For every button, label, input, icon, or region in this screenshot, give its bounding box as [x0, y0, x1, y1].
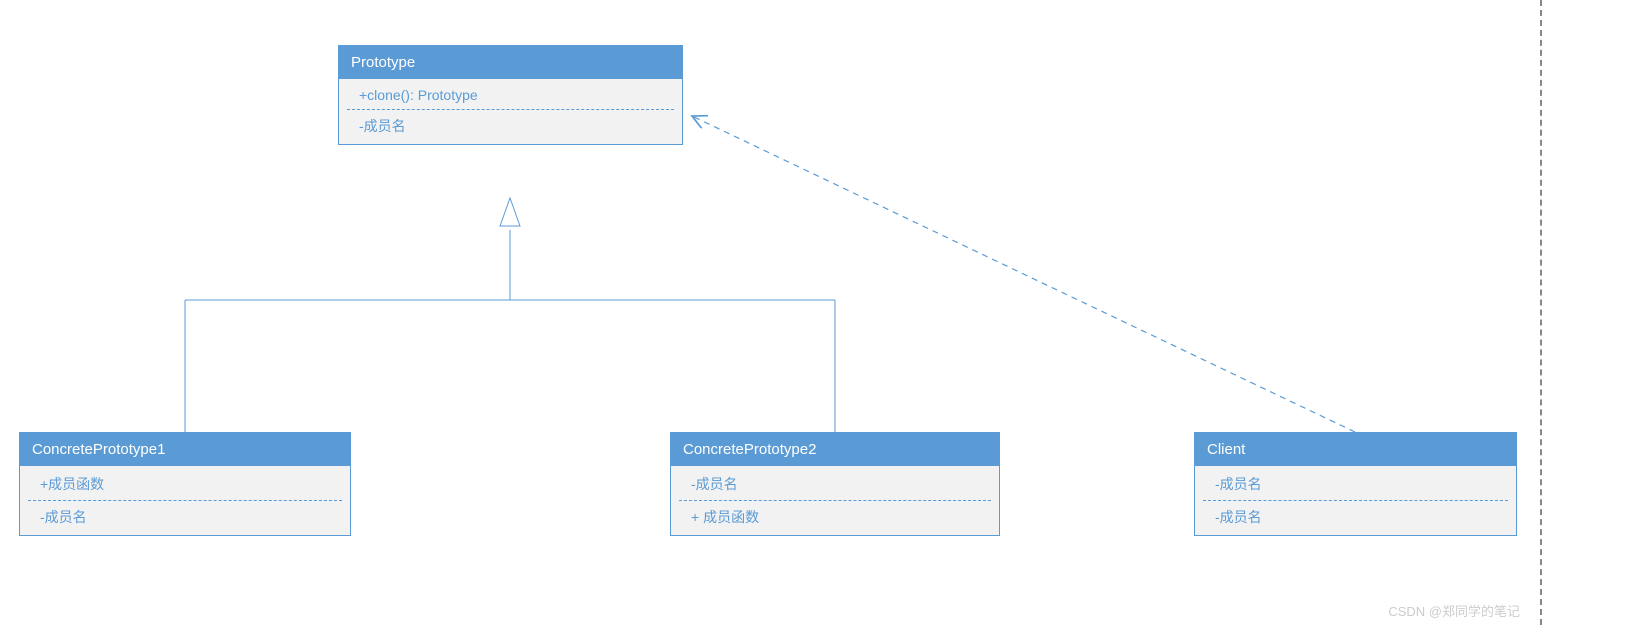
- class-member: + 成员函数: [679, 501, 991, 533]
- generalization-arrow-icon: [500, 198, 520, 226]
- class-header-concrete2: ConcretePrototype2: [671, 433, 999, 466]
- class-prototype: Prototype +clone(): Prototype -成员名: [338, 45, 683, 145]
- dependency-line: [692, 116, 1355, 432]
- class-header-prototype: Prototype: [339, 46, 682, 79]
- class-member: -成员名: [1203, 468, 1508, 501]
- class-body-prototype: +clone(): Prototype -成员名: [339, 79, 682, 144]
- class-member: -成员名: [28, 501, 342, 533]
- class-member: +clone(): Prototype: [347, 81, 674, 110]
- class-concrete2: ConcretePrototype2 -成员名 + 成员函数: [670, 432, 1000, 536]
- page-divider: [1540, 0, 1542, 625]
- class-member: +成员函数: [28, 468, 342, 501]
- class-member: -成员名: [679, 468, 991, 501]
- class-body-client: -成员名 -成员名: [1195, 466, 1516, 535]
- class-body-concrete1: +成员函数 -成员名: [20, 466, 350, 535]
- class-member: -成员名: [1203, 501, 1508, 533]
- watermark: CSDN @郑同学的笔记: [1388, 601, 1520, 620]
- class-member: -成员名: [347, 110, 674, 142]
- class-concrete1: ConcretePrototype1 +成员函数 -成员名: [19, 432, 351, 536]
- class-body-concrete2: -成员名 + 成员函数: [671, 466, 999, 535]
- class-header-client: Client: [1195, 433, 1516, 466]
- class-client: Client -成员名 -成员名: [1194, 432, 1517, 536]
- class-header-concrete1: ConcretePrototype1: [20, 433, 350, 466]
